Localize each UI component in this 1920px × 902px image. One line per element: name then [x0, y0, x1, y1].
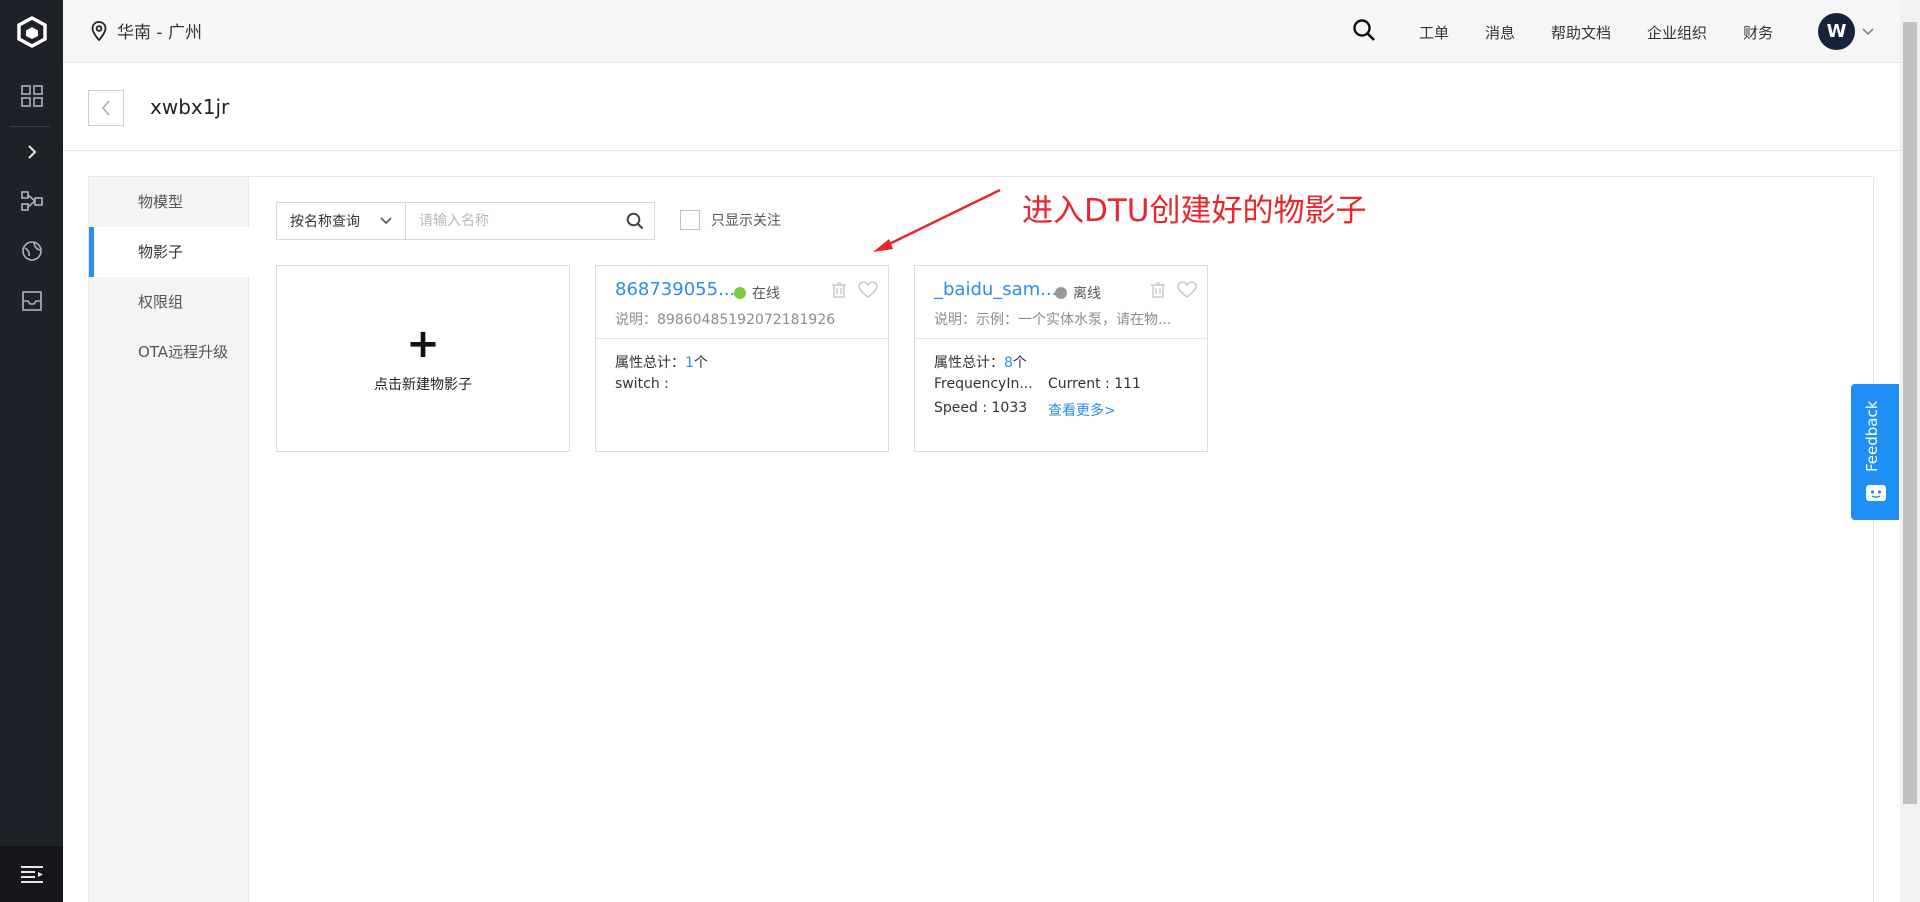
property-total: 属性总计：8个: [934, 352, 1027, 372]
shadow-name[interactable]: 868739055...: [615, 279, 735, 300]
heart-icon[interactable]: [858, 281, 878, 303]
nav-messages[interactable]: 消息: [1485, 22, 1515, 43]
status-label: 离线: [1073, 286, 1101, 302]
top-bar: 华南 - 广州 工单 消息 帮助文档 企业组织 财务 W: [63, 0, 1900, 63]
chevron-down-icon[interactable]: [1861, 22, 1875, 41]
property-total-label: 属性总计：: [934, 355, 1004, 371]
property-total-count: 1: [685, 355, 694, 371]
card-divider: [596, 338, 888, 339]
globe-icon[interactable]: [0, 231, 63, 271]
nav-tickets[interactable]: 工单: [1419, 22, 1449, 43]
shadow-description: 说明：89860485192072181926: [615, 312, 836, 328]
dashboard-grid-icon[interactable]: [0, 76, 63, 116]
feedback-label: Feedback: [1863, 400, 1881, 472]
shadow-card[interactable]: 868739055... 在线 说明：89860485192072181926 …: [595, 265, 889, 452]
logo[interactable]: [0, 0, 63, 63]
property-total-label: 属性总计：: [615, 355, 685, 371]
offline-dot-icon: [1055, 287, 1067, 299]
property-total-unit: 个: [693, 355, 708, 371]
menu-toggle[interactable]: [0, 846, 63, 902]
page-title: xwbx1jr: [150, 95, 230, 119]
topology-icon[interactable]: [0, 181, 63, 221]
expand-chevron-icon[interactable]: [0, 132, 63, 172]
property-item: FrequencyIn...: [934, 376, 1033, 392]
online-dot-icon: [734, 287, 746, 299]
shadow-description: 说明：示例：一个实体水泵，请在物...: [934, 312, 1172, 328]
property-item: Current : 111: [1048, 376, 1141, 392]
subnav-item-ota-upgrade[interactable]: OTA远程升级: [89, 327, 249, 377]
card-divider: [915, 338, 1207, 339]
property-item: Speed : 1033: [934, 400, 1028, 416]
shadow-name[interactable]: _baidu_sam...: [934, 279, 1057, 300]
left-rail: [0, 0, 63, 902]
status-badge: 离线: [1055, 283, 1101, 303]
inbox-icon[interactable]: [0, 281, 63, 321]
property-item: switch :: [615, 376, 669, 392]
property-total-count: 8: [1004, 355, 1013, 371]
trash-icon[interactable]: [830, 281, 848, 303]
view-more-link[interactable]: 查看更多>: [1048, 400, 1116, 420]
property-total: 属性总计：1个: [615, 352, 708, 372]
feedback-tab[interactable]: Feedback: [1851, 384, 1899, 520]
annotation-arrow: [873, 188, 1001, 252]
chat-face-icon: [1866, 485, 1886, 501]
subnav-item-permission-group[interactable]: 权限组: [89, 277, 249, 327]
sub-nav: 物模型 物影子 权限组 OTA远程升级: [89, 177, 249, 902]
nav-help-docs[interactable]: 帮助文档: [1551, 22, 1611, 43]
location-pin-icon: [91, 20, 107, 41]
heart-icon[interactable]: [1177, 281, 1197, 303]
page-scrollbar-thumb[interactable]: [1903, 22, 1917, 804]
trash-icon[interactable]: [1149, 281, 1167, 303]
logo-icon: [16, 15, 47, 48]
rail-divider: [10, 126, 50, 127]
region-selector[interactable]: 华南 - 广州: [91, 18, 202, 43]
region-label: 华南 - 广州: [117, 23, 202, 43]
status-label: 在线: [752, 286, 780, 302]
status-badge: 在线: [734, 283, 780, 303]
annotation-text: 进入DTU创建好的物影子: [1022, 193, 1367, 229]
content-panel: 物模型 物影子 权限组 OTA远程升级 按名称查询 只显示关注 进入DTU创建好…: [88, 176, 1874, 902]
search-icon: [1353, 19, 1375, 41]
menu-icon: [20, 866, 43, 883]
nav-finance[interactable]: 财务: [1743, 22, 1773, 43]
top-nav: 工单 消息 帮助文档 企业组织 财务: [1419, 22, 1809, 43]
chevron-left-icon: [101, 100, 110, 116]
new-shadow-label: 点击新建物影子: [374, 376, 472, 393]
property-total-unit: 个: [1012, 355, 1027, 371]
new-shadow-card[interactable]: + 点击新建物影子: [276, 265, 570, 452]
nav-organization[interactable]: 企业组织: [1647, 22, 1707, 43]
shadow-card[interactable]: _baidu_sam... 离线 说明：示例：一个实体水泵，请在物... 属性总…: [914, 265, 1208, 452]
global-search-button[interactable]: [1352, 18, 1376, 46]
header-divider: [63, 150, 1900, 151]
back-button[interactable]: [88, 90, 124, 126]
plus-icon: +: [406, 320, 440, 367]
user-avatar[interactable]: W: [1818, 13, 1855, 50]
